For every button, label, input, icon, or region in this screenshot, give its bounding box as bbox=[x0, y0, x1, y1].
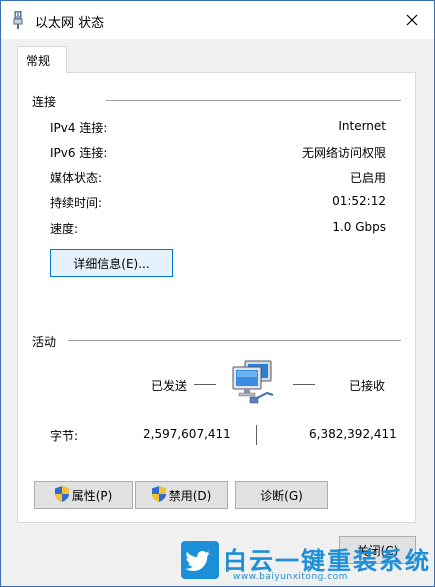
network-computers-icon bbox=[227, 357, 277, 405]
ipv6-value: 无网络访问权限 bbox=[301, 146, 386, 160]
disable-button-label: 禁用(D) bbox=[168, 488, 212, 503]
received-dash bbox=[293, 384, 315, 385]
connection-divider bbox=[106, 100, 401, 101]
ethernet-adapter-icon bbox=[11, 10, 25, 29]
bytes-received-value: 6,382,392,411 bbox=[309, 427, 397, 441]
connection-section-title: 连接 bbox=[32, 95, 57, 109]
title-bar: 以太网 状态 bbox=[1, 1, 434, 39]
duration-label: 持续时间: bbox=[50, 196, 103, 210]
uac-shield-icon bbox=[151, 485, 166, 505]
ipv4-label: IPv4 连接: bbox=[50, 121, 108, 135]
ethernet-status-window: 以太网 状态 常规 连接 IPv4 连接: Internet IPv6 连接: … bbox=[0, 0, 435, 587]
watermark-url: www.baiyunxitong.com bbox=[233, 572, 348, 582]
properties-button-label: 属性(P) bbox=[71, 488, 113, 503]
watermark-text: 白云一键重装系统 bbox=[223, 547, 431, 575]
bytes-label: 字节: bbox=[50, 429, 79, 443]
bytes-sent-value: 2,597,607,411 bbox=[143, 427, 231, 441]
close-window-button[interactable] bbox=[390, 1, 434, 39]
speed-label: 速度: bbox=[50, 222, 79, 236]
diagnose-button-label: 诊断(G) bbox=[260, 488, 303, 503]
disable-button[interactable]: 禁用(D) bbox=[135, 481, 228, 509]
activity-separator bbox=[256, 425, 257, 445]
twitter-bird-icon bbox=[181, 540, 219, 582]
close-icon bbox=[406, 14, 418, 26]
tab-general[interactable]: 常规 bbox=[17, 46, 67, 73]
activity-divider bbox=[68, 340, 401, 341]
activity-section-title: 活动 bbox=[32, 335, 57, 349]
tab-general-label: 常规 bbox=[26, 54, 51, 68]
duration-value: 01:52:12 bbox=[332, 194, 386, 208]
details-button-label: 详细信息(E)... bbox=[73, 256, 150, 271]
sent-label: 已发送 bbox=[151, 379, 188, 393]
diagnose-button[interactable]: 诊断(G) bbox=[235, 481, 328, 509]
sent-dash bbox=[194, 384, 216, 385]
details-button[interactable]: 详细信息(E)... bbox=[50, 249, 173, 277]
media-state-label: 媒体状态: bbox=[50, 171, 103, 185]
window-title: 以太网 状态 bbox=[35, 16, 105, 31]
ipv6-label: IPv6 连接: bbox=[50, 146, 108, 160]
ipv4-value: Internet bbox=[338, 119, 386, 133]
properties-button[interactable]: 属性(P) bbox=[34, 481, 133, 509]
general-panel bbox=[17, 72, 416, 523]
received-label: 已接收 bbox=[349, 379, 386, 393]
uac-shield-icon bbox=[54, 485, 69, 505]
speed-value: 1.0 Gbps bbox=[332, 220, 386, 234]
media-state-value: 已启用 bbox=[349, 171, 386, 185]
